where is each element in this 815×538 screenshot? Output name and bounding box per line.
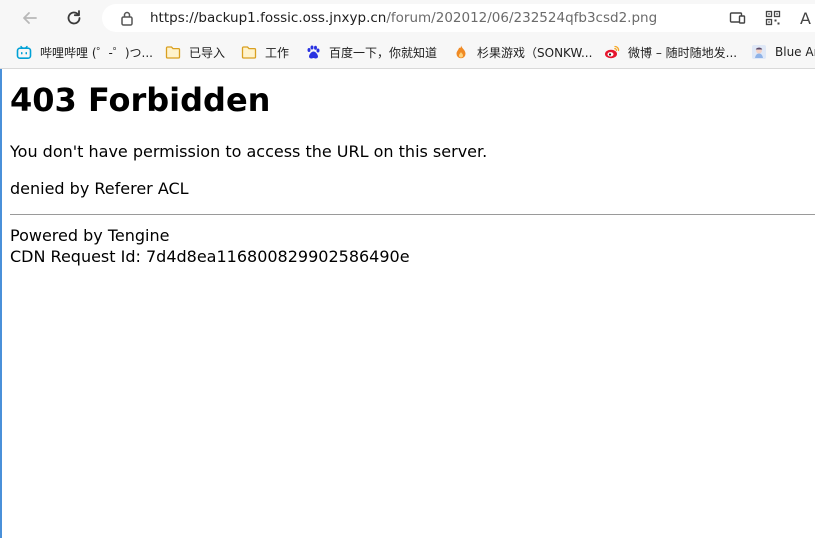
folder-icon bbox=[165, 44, 181, 60]
baidu-paw-icon bbox=[305, 44, 321, 60]
folder-icon bbox=[241, 44, 257, 60]
lock-icon[interactable] bbox=[120, 10, 134, 26]
reload-button[interactable] bbox=[60, 4, 88, 32]
bookmark-folder-work[interactable]: 工作 bbox=[241, 43, 289, 61]
bookmark-label: 百度一下，你就知道 bbox=[329, 45, 438, 60]
bookmark-bilibili[interactable]: 哔哩哔哩 (゜-゜)つ... bbox=[16, 43, 153, 61]
weibo-icon bbox=[604, 44, 620, 60]
error-message: You don't have permission to access the … bbox=[10, 142, 488, 161]
server-signature: Powered by Tengine bbox=[10, 226, 170, 245]
bookmark-blue-archive[interactable]: Blue Ar bbox=[751, 43, 815, 61]
qr-code-icon[interactable] bbox=[765, 10, 781, 26]
bookmarks-bar: 哔哩哔哩 (゜-゜)つ... 已导入 工作 百度一下，你就知道 杉果游戏（SON… bbox=[0, 36, 815, 69]
arrow-left-icon bbox=[23, 12, 37, 24]
bookmark-label: 微博 – 随时随地发... bbox=[628, 45, 738, 60]
sonkwo-flame-icon bbox=[453, 44, 469, 60]
bookmark-baidu[interactable]: 百度一下，你就知道 bbox=[305, 43, 437, 61]
reload-icon bbox=[67, 10, 81, 25]
browser-toolbar: https://backup1.fossic.oss.jnxyp.cn/foru… bbox=[0, 0, 815, 36]
read-aloud-icon[interactable]: A bbox=[800, 7, 815, 29]
error-reason: denied by Referer ACL bbox=[10, 179, 189, 198]
back-button[interactable] bbox=[16, 4, 44, 32]
url-host: https://backup1.fossic.oss.jnxyp.cn bbox=[150, 10, 387, 26]
bookmark-weibo[interactable]: 微博 – 随时随地发... bbox=[604, 43, 737, 61]
blue-archive-icon bbox=[751, 44, 767, 60]
bookmark-label: 工作 bbox=[265, 45, 290, 60]
divider bbox=[10, 214, 815, 215]
bookmark-label: 哔哩哔哩 (゜-゜)つ... bbox=[40, 45, 153, 60]
url-text[interactable]: https://backup1.fossic.oss.jnxyp.cn/foru… bbox=[150, 9, 657, 27]
screen-cast-icon[interactable] bbox=[729, 10, 746, 26]
bookmark-label: 杉果游戏（SONKW... bbox=[477, 45, 593, 60]
address-bar[interactable]: https://backup1.fossic.oss.jnxyp.cn/foru… bbox=[102, 4, 815, 32]
page-title: 403 Forbidden bbox=[10, 81, 271, 119]
bookmark-folder-imported[interactable]: 已导入 bbox=[165, 43, 225, 61]
bilibili-icon bbox=[16, 44, 32, 60]
window-left-border bbox=[0, 0, 2, 538]
bookmark-label: 已导入 bbox=[189, 45, 226, 60]
read-aloud-label: A bbox=[800, 8, 811, 28]
cdn-request-id: CDN Request Id: 7d4d8ea11680082990258649… bbox=[10, 247, 410, 266]
url-path: /forum/202012/06/232524qfb3csd2.png bbox=[386, 10, 658, 26]
bookmark-label: Blue Ar bbox=[775, 45, 815, 59]
bookmark-sonkwo[interactable]: 杉果游戏（SONKW... bbox=[453, 43, 592, 61]
